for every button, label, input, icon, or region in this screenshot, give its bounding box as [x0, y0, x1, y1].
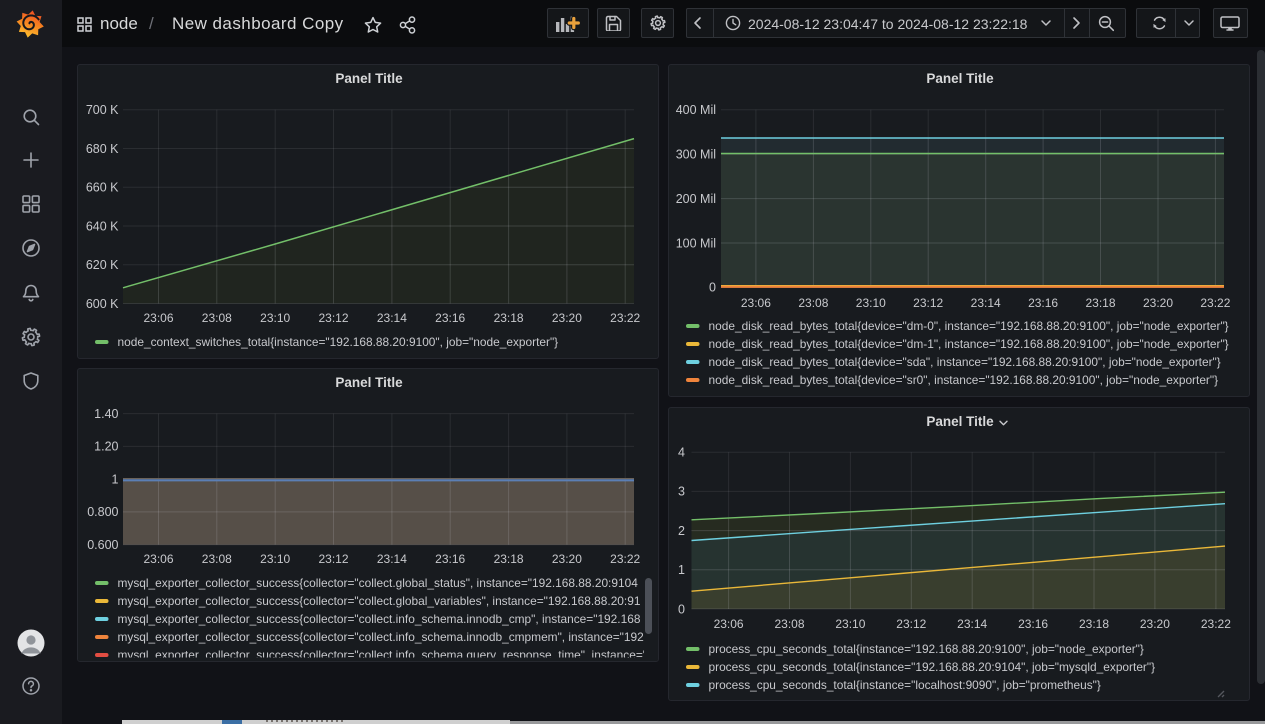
- svg-text:node_disk_read_bytes_total{dev: node_disk_read_bytes_total{device="dm-0"…: [709, 319, 1229, 333]
- svg-text:23:14: 23:14: [377, 311, 407, 325]
- svg-text:23:14: 23:14: [377, 552, 407, 566]
- svg-text:23:10: 23:10: [260, 552, 290, 566]
- svg-text:23:22: 23:22: [1200, 296, 1230, 310]
- svg-text:Panel Title: Panel Title: [926, 414, 994, 429]
- svg-text:23:12: 23:12: [318, 552, 348, 566]
- svg-text:0: 0: [678, 602, 685, 616]
- svg-text:23:06: 23:06: [714, 617, 744, 631]
- svg-text:node_disk_read_bytes_total{dev: node_disk_read_bytes_total{device="sr0",…: [709, 373, 1219, 387]
- svg-text:620 K: 620 K: [86, 258, 119, 272]
- svg-text:680 K: 680 K: [86, 142, 119, 156]
- svg-text:660 K: 660 K: [86, 181, 119, 195]
- svg-text:23:22: 23:22: [1201, 617, 1231, 631]
- svg-text:23:22: 23:22: [610, 552, 640, 566]
- svg-text:23:14: 23:14: [957, 617, 987, 631]
- svg-text:23:18: 23:18: [494, 311, 524, 325]
- svg-text:1.40: 1.40: [94, 407, 118, 421]
- svg-text:23:08: 23:08: [202, 311, 232, 325]
- svg-text:23:20: 23:20: [552, 552, 582, 566]
- svg-text:23:18: 23:18: [1085, 296, 1115, 310]
- svg-text:23:16: 23:16: [435, 552, 465, 566]
- svg-text:node_disk_read_bytes_total{dev: node_disk_read_bytes_total{device="sda",…: [709, 355, 1221, 369]
- svg-text:Panel Title: Panel Title: [926, 71, 994, 86]
- svg-text:23:06: 23:06: [143, 311, 173, 325]
- svg-text:300 Mil: 300 Mil: [676, 148, 716, 162]
- svg-text:23:18: 23:18: [494, 552, 524, 566]
- svg-text:Panel Title: Panel Title: [335, 375, 403, 390]
- svg-text:23:12: 23:12: [318, 311, 348, 325]
- svg-text:mysql_exporter_collector_succe: mysql_exporter_collector_success{collect…: [118, 630, 648, 644]
- svg-text:200 Mil: 200 Mil: [676, 192, 716, 206]
- svg-text:process_cpu_seconds_total{inst: process_cpu_seconds_total{instance="192.…: [709, 642, 1144, 656]
- svg-text:3: 3: [678, 485, 685, 499]
- svg-text:600 K: 600 K: [86, 297, 119, 311]
- svg-text:400 Mil: 400 Mil: [676, 103, 716, 117]
- svg-text:2: 2: [678, 524, 685, 538]
- svg-text:23:08: 23:08: [774, 617, 804, 631]
- svg-text:23:16: 23:16: [1018, 617, 1048, 631]
- svg-text:23:20: 23:20: [552, 311, 582, 325]
- svg-text:0.800: 0.800: [87, 505, 118, 519]
- svg-text:100 Mil: 100 Mil: [676, 236, 716, 250]
- svg-text:1.20: 1.20: [94, 440, 118, 454]
- svg-text:mysql_exporter_collector_succe: mysql_exporter_collector_success{collect…: [118, 612, 641, 626]
- svg-text:23:18: 23:18: [1079, 617, 1109, 631]
- svg-text:node_context_switches_total{in: node_context_switches_total{instance="19…: [118, 335, 559, 349]
- svg-text:23:20: 23:20: [1140, 617, 1170, 631]
- svg-text:23:08: 23:08: [202, 552, 232, 566]
- svg-text:23:10: 23:10: [260, 311, 290, 325]
- svg-text:0: 0: [709, 281, 716, 295]
- svg-text:23:20: 23:20: [1143, 296, 1173, 310]
- svg-text:process_cpu_seconds_total{inst: process_cpu_seconds_total{instance="192.…: [709, 660, 1156, 674]
- svg-text:700 K: 700 K: [86, 103, 119, 117]
- svg-text:Panel Title: Panel Title: [335, 71, 403, 86]
- svg-text:23:16: 23:16: [435, 311, 465, 325]
- svg-text:23:12: 23:12: [896, 617, 926, 631]
- svg-text:640 K: 640 K: [86, 219, 119, 233]
- svg-text:node_disk_read_bytes_total{dev: node_disk_read_bytes_total{device="dm-1"…: [709, 337, 1229, 351]
- svg-text:1: 1: [678, 563, 685, 577]
- svg-text:23:06: 23:06: [143, 552, 173, 566]
- svg-text:23:08: 23:08: [798, 296, 828, 310]
- svg-text:23:12: 23:12: [913, 296, 943, 310]
- svg-text:23:06: 23:06: [741, 296, 771, 310]
- svg-text:23:22: 23:22: [610, 311, 640, 325]
- svg-text:23:16: 23:16: [1028, 296, 1058, 310]
- svg-text:23:10: 23:10: [835, 617, 865, 631]
- svg-text:process_cpu_seconds_total{inst: process_cpu_seconds_total{instance="loca…: [709, 678, 1101, 692]
- svg-text:4: 4: [678, 446, 685, 460]
- svg-text:mysql_exporter_collector_succe: mysql_exporter_collector_success{collect…: [118, 594, 641, 608]
- svg-text:1: 1: [112, 472, 119, 486]
- svg-text:23:10: 23:10: [856, 296, 886, 310]
- svg-text:23:14: 23:14: [971, 296, 1001, 310]
- svg-text:mysql_exporter_collector_succe: mysql_exporter_collector_success{collect…: [118, 576, 639, 590]
- svg-text:0.600: 0.600: [87, 538, 118, 552]
